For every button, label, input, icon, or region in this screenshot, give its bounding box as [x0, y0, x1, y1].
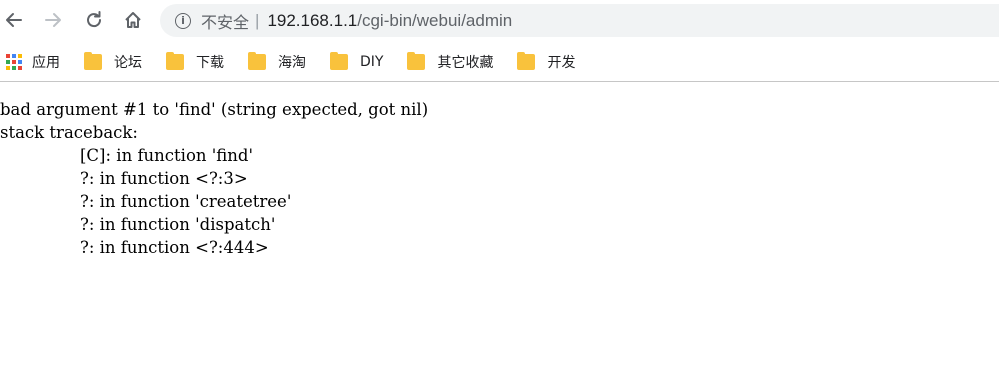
bookmark-label: DIY — [360, 53, 384, 70]
browser-toolbar: i 不安全 | 192.168.1.1/cgi-bin/webui/admin — [0, 0, 999, 42]
bookmark-label: 应用 — [32, 54, 60, 71]
folder-icon — [166, 51, 184, 70]
error-message: bad argument #1 to 'find' (string expect… — [0, 100, 429, 119]
info-icon[interactable]: i — [175, 12, 191, 29]
traceback-header: stack traceback: — [0, 123, 138, 142]
bookmark-folder-forum[interactable]: 论坛 — [78, 48, 152, 76]
home-button[interactable] — [119, 6, 147, 34]
folder-icon — [84, 51, 102, 70]
trace-line: ?: in function 'createtree' — [80, 192, 292, 211]
folder-icon — [517, 51, 536, 70]
folder-icon — [330, 51, 348, 70]
bookmarks-bar: 应用 论坛 下载 海淘 DIY 其它收藏 开发 — [0, 42, 999, 82]
url-separator: | — [255, 10, 260, 30]
forward-arrow-icon — [45, 13, 61, 27]
bookmark-folder-downloads[interactable]: 下载 — [160, 48, 234, 76]
trace-line: ?: in function <?:3> — [80, 169, 248, 188]
bookmark-label: 海淘 — [278, 54, 306, 71]
bookmark-label: 论坛 — [114, 54, 142, 71]
url-host[interactable]: 192.168.1.1 — [267, 11, 357, 31]
bookmark-label: 其它收藏 — [437, 54, 494, 71]
address-bar[interactable]: i 不安全 | 192.168.1.1/cgi-bin/webui/admin — [160, 4, 999, 37]
bookmark-folder-diy[interactable]: DIY — [324, 48, 393, 76]
bookmark-folder-haitao[interactable]: 海淘 — [242, 48, 316, 76]
bookmark-apps[interactable]: 应用 — [6, 48, 70, 76]
bookmark-folder-dev[interactable]: 开发 — [511, 48, 585, 76]
apps-grid-icon — [6, 53, 22, 70]
bookmark-label: 下载 — [196, 54, 224, 71]
reload-button[interactable] — [80, 6, 108, 34]
url-path[interactable]: /cgi-bin/webui/admin — [357, 11, 512, 31]
error-output: bad argument #1 to 'find' (string expect… — [0, 84, 999, 259]
bookmark-folder-other[interactable]: 其它收藏 — [401, 48, 503, 76]
security-status[interactable]: 不安全 — [201, 9, 249, 33]
trace-line: ?: in function <?:444> — [80, 238, 269, 257]
folder-icon — [248, 51, 266, 70]
trace-line: ?: in function 'dispatch' — [80, 215, 276, 234]
forward-button[interactable] — [39, 6, 67, 34]
reload-icon — [87, 11, 102, 28]
back-button[interactable] — [0, 6, 28, 34]
bookmark-label: 开发 — [547, 54, 576, 71]
home-icon — [125, 12, 141, 28]
trace-line: [C]: in function 'find' — [80, 146, 254, 165]
page-content: bad argument #1 to 'find' (string expect… — [0, 84, 999, 392]
back-arrow-icon — [6, 13, 22, 27]
folder-icon — [407, 51, 426, 70]
